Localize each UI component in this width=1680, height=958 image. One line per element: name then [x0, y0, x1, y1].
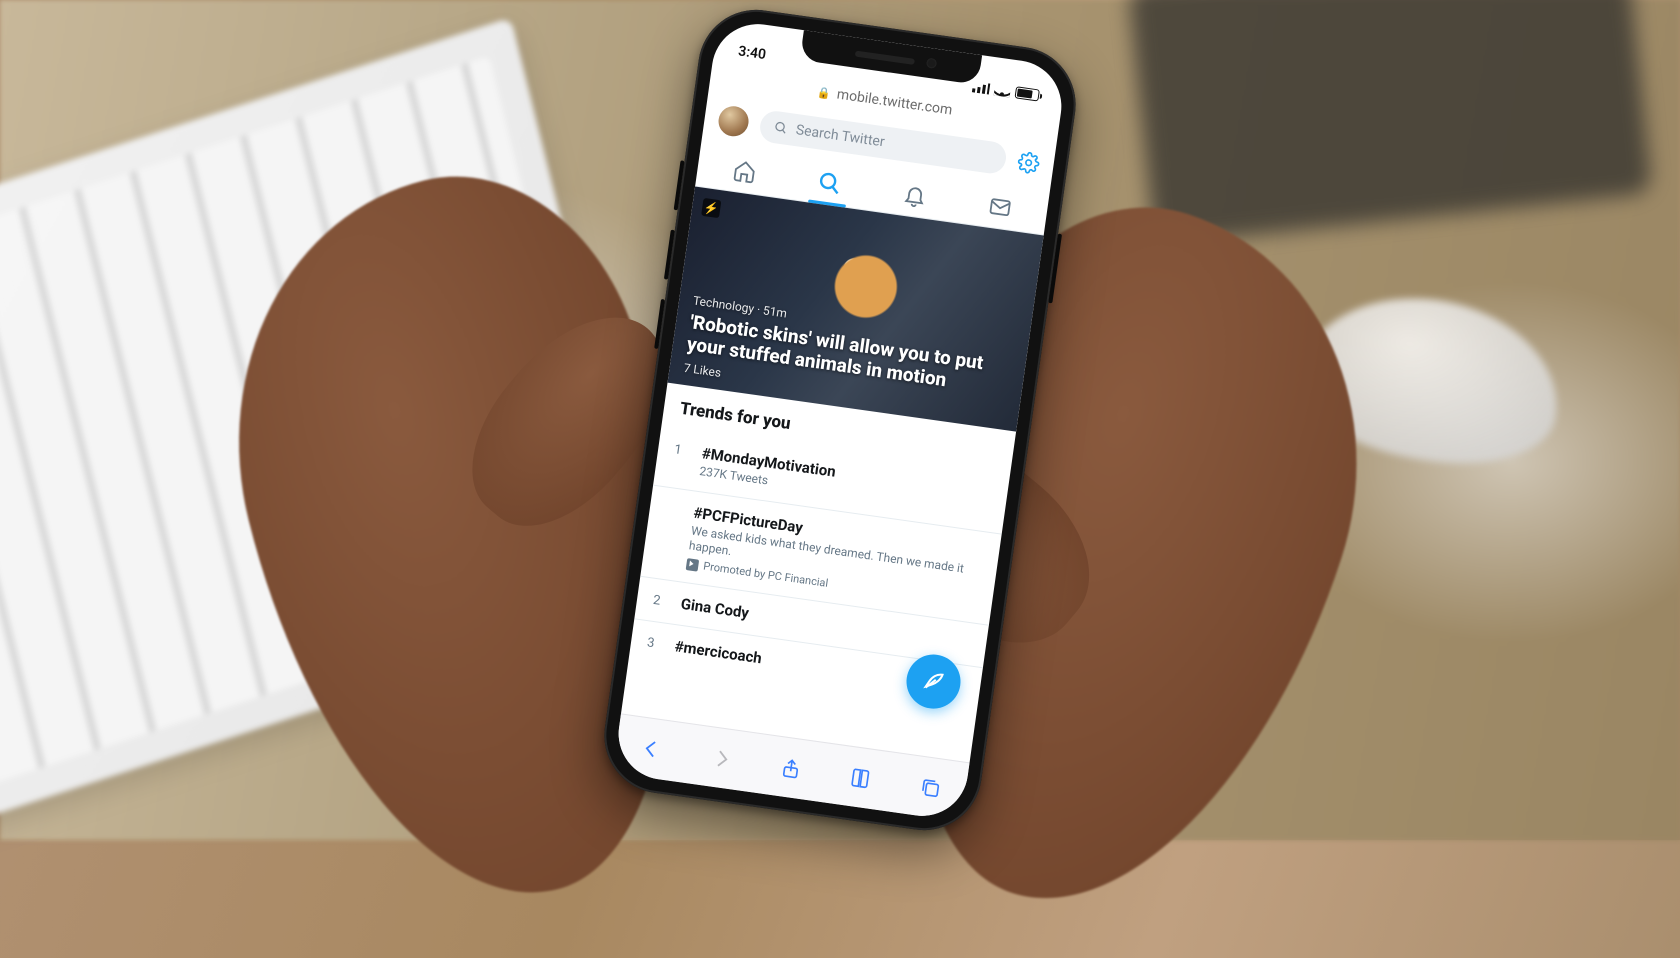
browser-url: mobile.twitter.com — [836, 86, 953, 118]
trend-rank — [658, 500, 681, 568]
wifi-icon — [994, 83, 1012, 97]
share-button[interactable] — [776, 753, 805, 782]
battery-icon — [1014, 86, 1039, 101]
gear-icon — [1016, 150, 1041, 175]
tab-home[interactable] — [730, 156, 759, 185]
promoted-icon — [686, 558, 700, 572]
bookmarks-button[interactable] — [846, 763, 875, 792]
forward-button[interactable] — [707, 744, 736, 773]
book-icon — [848, 765, 873, 790]
tabs-icon — [918, 775, 943, 800]
tabs-button[interactable] — [916, 773, 945, 802]
search-icon — [816, 169, 843, 196]
amp-icon: ⚡ — [701, 198, 721, 218]
tab-notifications[interactable] — [900, 180, 929, 209]
settings-button[interactable] — [1016, 150, 1041, 175]
trend-rank: 2 — [652, 591, 668, 611]
feather-icon — [920, 668, 947, 695]
search-icon — [773, 120, 789, 136]
trend-rank: 3 — [646, 633, 662, 653]
mail-icon — [987, 193, 1014, 220]
avatar[interactable] — [717, 104, 751, 138]
bell-icon — [902, 181, 929, 208]
chevron-right-icon — [709, 746, 734, 771]
trend-rank: 1 — [671, 440, 690, 477]
cellular-icon — [972, 81, 990, 94]
share-icon — [779, 756, 804, 781]
back-button[interactable] — [637, 734, 666, 763]
lock-icon: 🔒 — [817, 85, 832, 100]
search-placeholder: Search Twitter — [795, 122, 886, 150]
tab-messages[interactable] — [986, 192, 1015, 221]
chevron-left-icon — [639, 736, 664, 761]
tab-search[interactable] — [815, 168, 844, 197]
status-time: 3:40 — [737, 43, 767, 63]
home-icon — [731, 157, 758, 184]
